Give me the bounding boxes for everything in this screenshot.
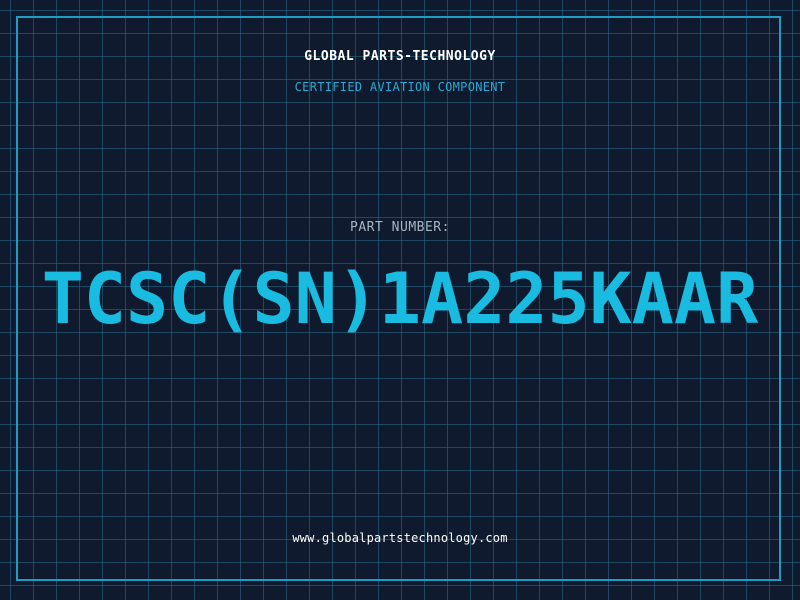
part-number-label: PART NUMBER: xyxy=(350,220,450,235)
website-url: www.globalpartstechnology.com xyxy=(292,531,508,545)
company-name: GLOBAL PARTS-TECHNOLOGY xyxy=(304,49,496,64)
part-number-value: TCSC(SN)1A225KAAR xyxy=(41,258,759,340)
certification-tagline: CERTIFIED AVIATION COMPONENT xyxy=(294,80,506,94)
